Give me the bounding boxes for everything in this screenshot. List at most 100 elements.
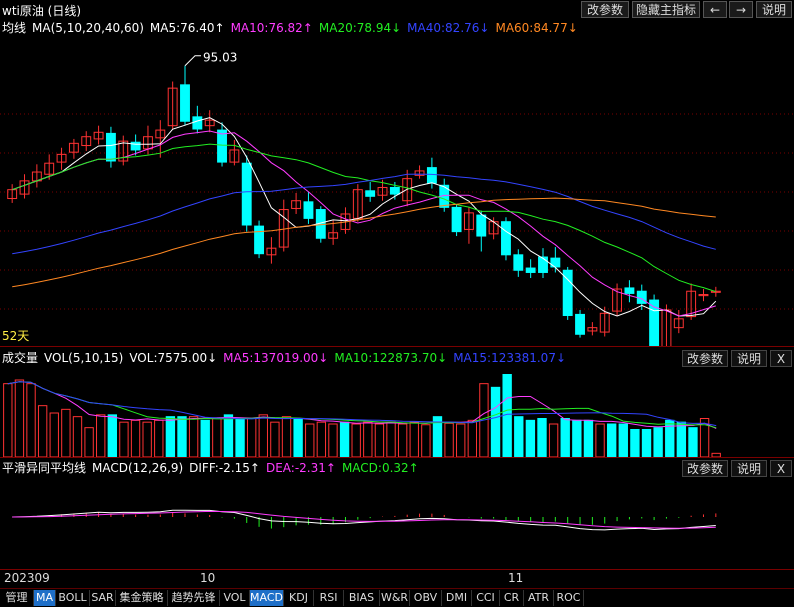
ma40-line <box>12 173 716 255</box>
dea-line <box>12 510 716 529</box>
tab-bias[interactable]: BIAS <box>344 590 380 606</box>
volume-bar <box>223 414 234 457</box>
volume-bar <box>618 423 628 457</box>
volume-bar <box>548 423 559 457</box>
tab-boll[interactable]: BOLL <box>56 590 90 606</box>
tab-atr[interactable]: ATR <box>524 590 554 606</box>
volume-bar <box>14 379 25 457</box>
main_legend-legend-item: MA5:76.40↑ <box>149 21 225 35</box>
ma-legend: 均线 MA(5,10,20,40,60) MA5:76.40↑ MA10:76.82↑… <box>2 19 584 36</box>
instrument-title: wti原油 (日线) <box>2 4 82 18</box>
volume-bar <box>374 423 385 457</box>
candle <box>254 225 265 255</box>
top-bar: wti原油 (日线) 改参数 隐藏主指标 ← → 说明 <box>0 0 794 19</box>
volume-bar <box>130 419 141 457</box>
prev-arrow-icon[interactable]: ← <box>703 1 727 18</box>
volume_panel.legend-legend-item: MA10:122873.70↓ <box>334 351 448 365</box>
candle <box>501 221 511 256</box>
volume-bar <box>537 418 547 457</box>
volume_panel.legend-legend-item: VOL(5,10,15) <box>44 351 124 365</box>
x-label: 10 <box>200 571 216 585</box>
macd-close-icon[interactable]: X <box>770 460 792 477</box>
volume-bar <box>490 386 501 457</box>
vol-close-icon[interactable]: X <box>770 350 792 367</box>
volume-bar <box>316 421 327 457</box>
next-arrow-icon[interactable]: → <box>729 1 753 18</box>
tab-obv[interactable]: OBV <box>410 590 442 606</box>
period-label: 52天 <box>2 329 30 343</box>
x-label: 202309 <box>4 571 50 585</box>
tab-rsi[interactable]: RSI <box>314 590 344 606</box>
tab-集金策略[interactable]: 集金策略 <box>116 590 168 606</box>
candle <box>636 290 647 304</box>
main_legend-legend-item: MA10:76.82↑ <box>230 21 313 35</box>
candle <box>389 186 400 195</box>
macd-help-button[interactable]: 说明 <box>731 460 767 477</box>
hide-main-indicator-button[interactable]: 隐藏主指标 <box>632 1 700 18</box>
volume-bar <box>72 416 83 457</box>
candle <box>105 132 116 162</box>
candle <box>303 201 314 219</box>
vol-params-button[interactable]: 改参数 <box>682 350 728 367</box>
volume-bar <box>351 423 361 457</box>
volume-bar <box>107 414 118 457</box>
high-label: 95.03 <box>203 51 237 65</box>
tab-cci[interactable]: CCI <box>472 590 500 606</box>
volume-bar <box>119 421 129 457</box>
panel-divider <box>0 346 794 347</box>
volume-bar <box>37 405 48 457</box>
x-axis: 202309 10 11 <box>0 569 794 589</box>
tab-vol[interactable]: VOL <box>220 590 250 606</box>
volume_panel.legend-legend-item: 成交量 <box>2 351 39 365</box>
change-params-button[interactable]: 改参数 <box>581 1 629 18</box>
tab-dmi[interactable]: DMI <box>442 590 472 606</box>
macd-chart[interactable] <box>0 477 794 569</box>
candlestick-chart[interactable]: 95.0372.16 <box>0 36 794 346</box>
tab-macd[interactable]: MACD <box>250 590 284 606</box>
candle <box>476 214 487 237</box>
macd-params-button[interactable]: 改参数 <box>682 460 728 477</box>
tab-kdj[interactable]: KDJ <box>284 590 314 606</box>
tab-ma[interactable]: MA <box>34 590 56 606</box>
macd_panel.legend-legend-item: 平滑异同平均线 <box>2 461 87 475</box>
volume-bar <box>177 416 187 457</box>
candle <box>241 162 252 226</box>
volume-bar <box>26 383 36 457</box>
volume-bar <box>84 427 94 457</box>
tab-趋势先锋[interactable]: 趋势先锋 <box>168 590 220 606</box>
volume-bar <box>188 416 199 457</box>
candle <box>217 129 227 163</box>
tab-w&r[interactable]: W&R <box>380 590 410 606</box>
volume-bar <box>235 418 245 457</box>
help-button[interactable]: 说明 <box>756 1 792 18</box>
volume-chart[interactable] <box>0 367 794 457</box>
volume-legend: 成交量 VOL(5,10,15) VOL:7575.00↓ MA5:137019.00… <box>2 349 572 366</box>
main_legend-legend-item: MA20:78.94↓ <box>318 21 402 35</box>
volume-bar <box>339 421 350 457</box>
volume-bar <box>61 408 71 457</box>
candle <box>365 190 376 197</box>
ma20-line <box>12 143 716 293</box>
volume-bar <box>212 418 222 457</box>
macd_panel.legend-legend-item: DEA:-2.31↑ <box>265 461 336 475</box>
main_legend-legend-item: MA60:84.77↓ <box>495 21 578 35</box>
candle <box>180 84 190 122</box>
macd_panel.legend-legend-item: DIFF:-2.15↑ <box>189 461 260 475</box>
volume-bar <box>409 421 419 457</box>
tab-sar[interactable]: SAR <box>90 590 116 606</box>
tab-roc[interactable]: ROC <box>554 590 584 606</box>
candle <box>538 256 548 273</box>
volume-bar <box>293 418 303 457</box>
candle <box>624 287 635 294</box>
candle <box>426 167 437 184</box>
volume-bar <box>595 423 605 457</box>
panel-divider <box>0 457 794 458</box>
volume-bar <box>3 383 13 457</box>
volume-bar <box>641 429 652 457</box>
volume-bar <box>49 412 59 457</box>
tab-管理[interactable]: 管理 <box>0 590 34 606</box>
vol-help-button[interactable]: 说明 <box>731 350 767 367</box>
candle <box>513 254 524 271</box>
tab-cr[interactable]: CR <box>500 590 524 606</box>
macd-legend: 平滑异同平均线 MACD(12,26,9) DIFF:-2.15↑ DEA:-2.31… <box>2 459 425 476</box>
